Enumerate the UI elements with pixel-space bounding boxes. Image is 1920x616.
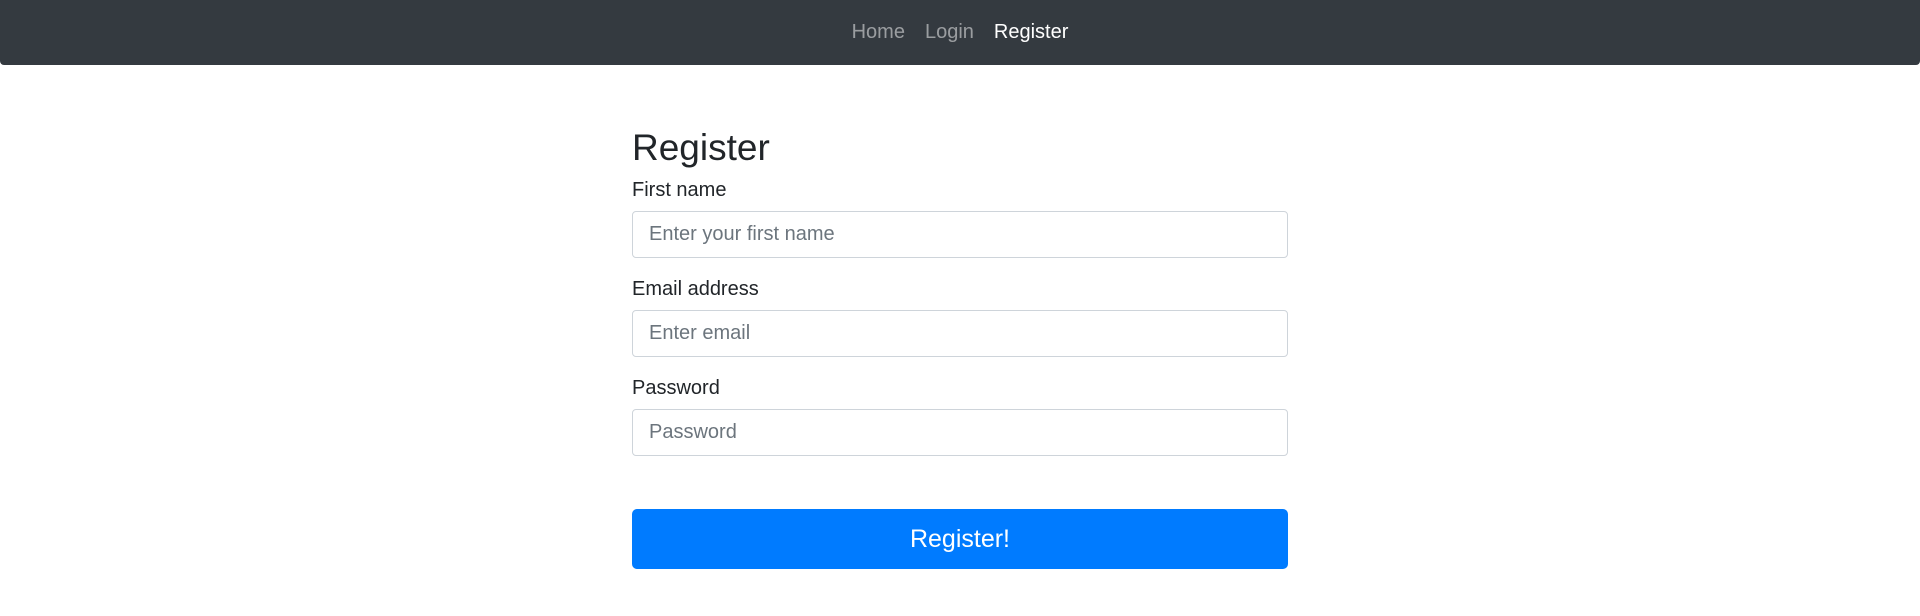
first-name-label: First name xyxy=(632,179,727,201)
email-input[interactable] xyxy=(632,310,1288,357)
first-name-input[interactable] xyxy=(632,211,1288,258)
first-name-group: First name xyxy=(632,178,1288,258)
email-label: Email address xyxy=(632,278,759,300)
nav-link-home[interactable]: Home xyxy=(842,20,915,44)
password-input[interactable] xyxy=(632,409,1288,456)
page-title: Register xyxy=(632,127,770,168)
password-label: Password xyxy=(632,377,720,399)
top-navbar: Home Login Register xyxy=(0,0,1920,65)
register-form: Register First name Email address Passwo… xyxy=(632,126,1288,569)
nav-link-register[interactable]: Register xyxy=(984,20,1078,44)
password-group: Password xyxy=(632,376,1288,456)
nav-link-login[interactable]: Login xyxy=(915,20,984,44)
register-button[interactable]: Register! xyxy=(632,509,1288,569)
email-group: Email address xyxy=(632,277,1288,357)
